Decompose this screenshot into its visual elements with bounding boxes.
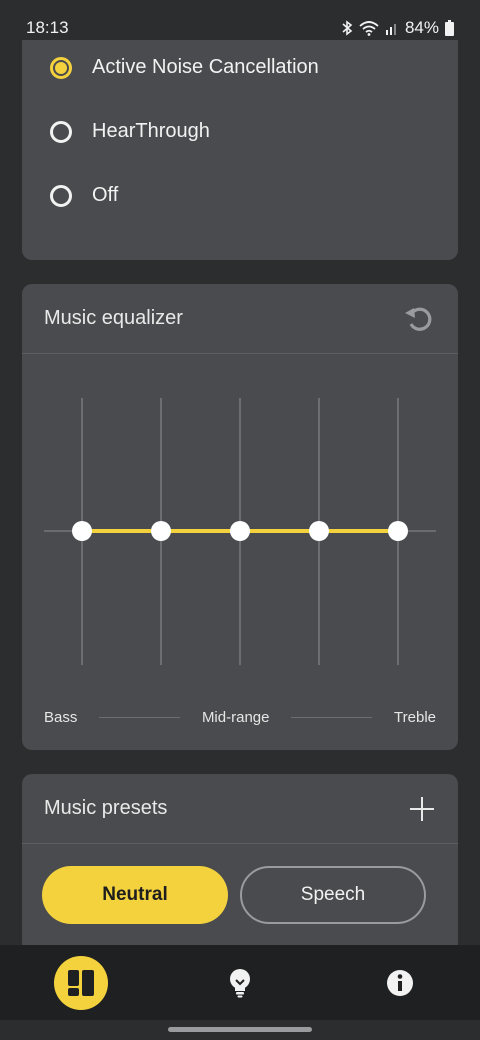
bottom-navigation [0,945,480,1020]
dashboard-icon [68,970,94,996]
eq-band-handle[interactable] [309,521,329,541]
equalizer-graph[interactable]: Bass Mid-range Treble [22,355,458,750]
eq-band-handle[interactable] [151,521,171,541]
divider-line [99,717,180,718]
nav-dashboard-button[interactable] [54,956,108,1010]
eq-band-handle[interactable] [388,521,408,541]
eq-band-handle[interactable] [230,521,250,541]
treble-label: Treble [394,709,437,726]
info-icon [387,970,413,996]
music-equalizer-card: Music equalizer Bass Mid-range Treble [22,284,458,750]
equalizer-band-labels: Bass Mid-range Treble [44,709,436,726]
noise-control-card: Active Noise Cancellation HearThrough Of… [22,40,458,260]
bass-label: Bass [44,709,78,726]
home-indicator[interactable] [168,1027,312,1032]
radio-selected-icon[interactable] [50,56,72,79]
status-icons: 84% [341,18,454,38]
eq-band-handle[interactable] [72,521,92,541]
anc-option-off[interactable]: Off [50,184,118,207]
divider-line [291,717,373,718]
signal-icon [385,24,396,35]
nav-info-button[interactable] [375,958,425,1008]
presets-title: Music presets [44,797,168,819]
presets-header: Music presets [22,774,458,844]
music-presets-card: Music presets Neutral Speech [22,774,458,974]
preset-speech-button[interactable]: Speech [240,866,426,924]
add-preset-icon[interactable] [408,795,436,823]
anc-option-label: Off [92,184,119,206]
battery-icon [445,20,454,36]
nav-tips-button[interactable] [215,958,265,1008]
radio-unselected-icon[interactable] [50,120,72,143]
wifi-icon [359,21,379,36]
mid-range-label: Mid-range [201,709,270,726]
status-time: 18:13 [26,18,69,37]
anc-option-hearthrough[interactable]: HearThrough [50,120,210,143]
equalizer-svg[interactable] [22,355,458,695]
equalizer-title: Music equalizer [44,307,183,329]
anc-option-label: Active Noise Cancellation [92,56,319,78]
anc-option-label: HearThrough [92,120,210,142]
battery-percent: 84% [404,18,439,37]
radio-unselected-icon[interactable] [50,184,72,207]
preset-neutral-button[interactable]: Neutral [42,866,228,924]
bluetooth-icon [342,20,353,36]
lightbulb-icon [230,969,250,998]
anc-option-active-noise-cancellation[interactable]: Active Noise Cancellation [50,56,319,79]
equalizer-header: Music equalizer [22,284,458,354]
reset-icon[interactable] [402,302,436,336]
preset-list: Neutral Speech [42,866,426,924]
